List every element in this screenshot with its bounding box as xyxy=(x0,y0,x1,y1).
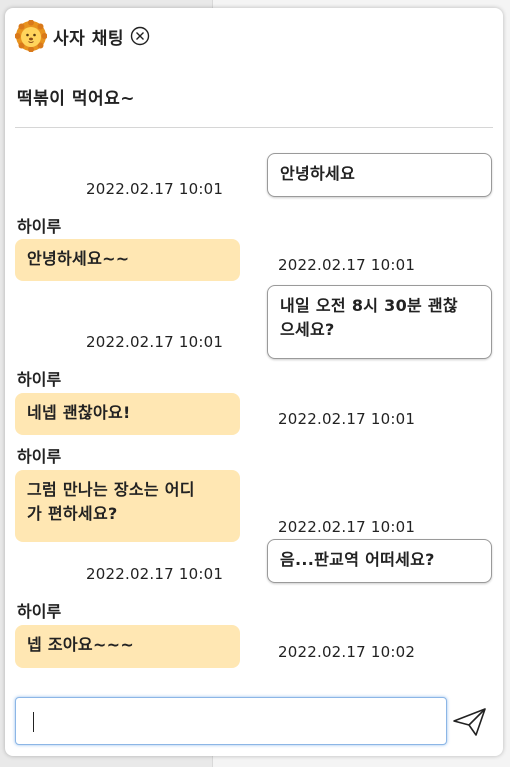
chat-header: 사자 채팅 xyxy=(14,19,150,53)
message-time: 2022.02.17 10:01 xyxy=(278,410,416,428)
message-bubble-received: 그럼 만나는 장소는 어디 가 편하세요? xyxy=(15,470,240,542)
message-input[interactable] xyxy=(16,698,446,744)
send-icon[interactable] xyxy=(452,706,488,738)
message-bubble-received: 안녕하세요~~ xyxy=(15,239,240,281)
message-sender: 하이루 xyxy=(17,447,62,466)
message-time: 2022.02.17 10:01 xyxy=(86,565,224,583)
message-time: 2022.02.17 10:01 xyxy=(86,180,224,198)
message-bubble-sent: 내일 오전 8시 30분 괜찮 으세요? xyxy=(267,285,492,359)
message-sender: 하이루 xyxy=(17,370,62,389)
message-input-box[interactable] xyxy=(15,697,447,745)
chat-window: 사자 채팅 떡볶이 먹어요~ 안녕하세요 2022.02.17 10:01 하이… xyxy=(5,8,503,756)
message-text-line: 그럼 만나는 장소는 어디 xyxy=(27,480,195,499)
message-text-line: 으세요? xyxy=(280,320,335,339)
message-sender: 하이루 xyxy=(17,217,62,236)
message-text: 넵 조아요~~~ xyxy=(27,635,135,654)
chat-title: 사자 채팅 xyxy=(53,28,124,49)
message-list: 안녕하세요 2022.02.17 10:01 하이루 안녕하세요~~ 2022.… xyxy=(5,128,503,688)
lion-icon xyxy=(14,19,48,53)
message-text-line: 가 편하세요? xyxy=(27,504,118,523)
message-time: 2022.02.17 10:01 xyxy=(278,518,416,536)
message-text: 네넵 괜찮아요! xyxy=(27,403,131,422)
message-bubble-received: 넵 조아요~~~ xyxy=(15,625,240,668)
message-text: 안녕하세요 xyxy=(280,164,356,183)
text-caret xyxy=(33,712,34,732)
message-text-line: 내일 오전 8시 30분 괜찮 xyxy=(280,296,458,315)
message-time: 2022.02.17 10:01 xyxy=(278,256,416,274)
chat-subtitle: 떡볶이 먹어요~ xyxy=(17,89,136,109)
message-sender: 하이루 xyxy=(17,602,62,621)
message-bubble-sent: 음...판교역 어떠세요? xyxy=(267,539,492,583)
close-icon[interactable] xyxy=(130,26,150,46)
message-bubble-received: 네넵 괜찮아요! xyxy=(15,393,240,435)
message-text: 음...판교역 어떠세요? xyxy=(280,550,435,569)
message-text: 안녕하세요~~ xyxy=(27,249,130,268)
message-time: 2022.02.17 10:01 xyxy=(86,333,224,351)
message-bubble-sent: 안녕하세요 xyxy=(267,153,492,197)
message-time: 2022.02.17 10:02 xyxy=(278,643,416,661)
